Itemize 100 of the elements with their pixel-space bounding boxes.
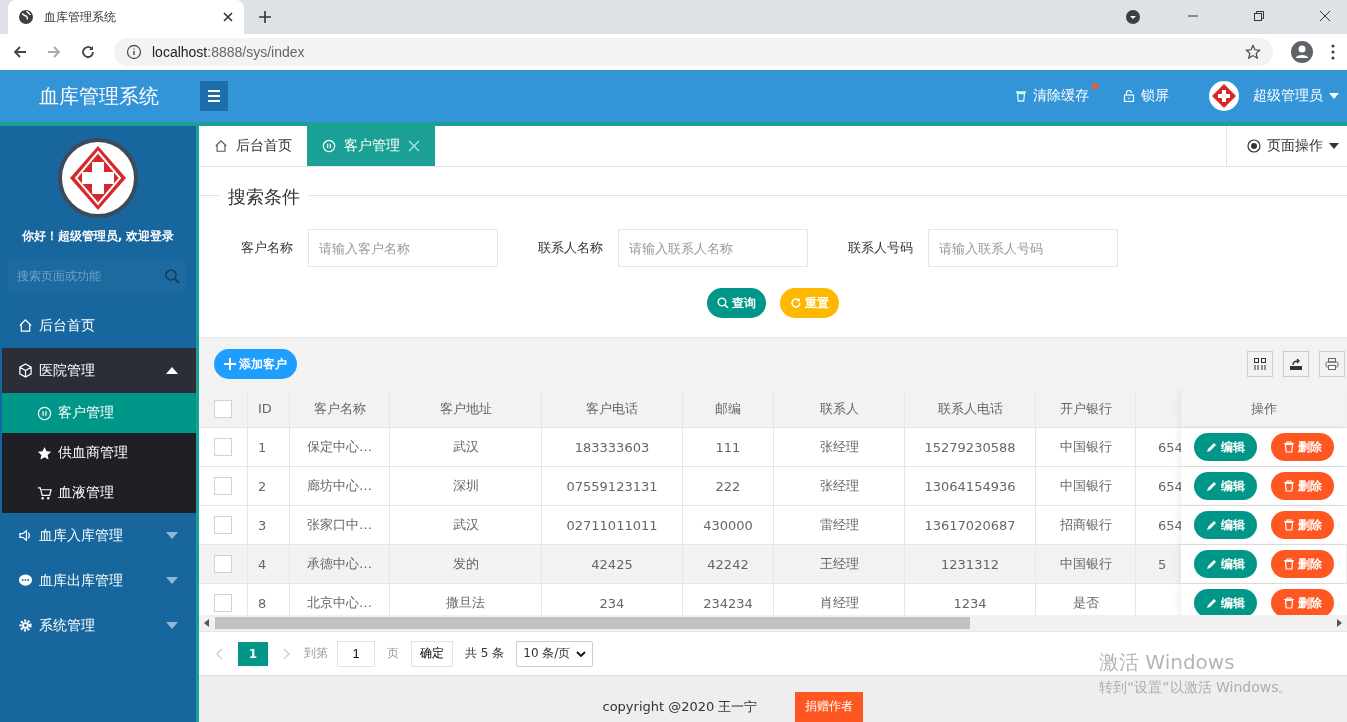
delete-button[interactable]: 删除: [1270, 472, 1334, 500]
columns-button[interactable]: [1247, 351, 1273, 377]
page-number-field[interactable]: 1: [337, 640, 375, 667]
sidebar-menu-item[interactable]: 血库入库管理: [0, 513, 196, 558]
confirm-button[interactable]: 确定: [411, 640, 453, 667]
row-checkbox[interactable]: [214, 438, 232, 456]
new-tab-icon[interactable]: [258, 10, 272, 24]
columns-icon: [1253, 357, 1267, 371]
table-cell: 1: [248, 428, 290, 466]
current-page-button[interactable]: 1: [238, 641, 268, 666]
lock-screen-link[interactable]: 锁屏: [1123, 87, 1169, 105]
search-icon: [717, 297, 729, 309]
add-customer-button[interactable]: 添加客户: [214, 349, 297, 379]
sidebar-menu-item[interactable]: 系统管理: [0, 603, 196, 648]
table-cell: 654: [1158, 439, 1183, 455]
star-icon[interactable]: [1245, 44, 1261, 60]
clear-cache-link[interactable]: 清除缓存: [1015, 87, 1089, 105]
caret-down-icon: [166, 622, 178, 629]
address-bar[interactable]: localhost:8888/sys/index: [114, 38, 1273, 66]
row-checkbox[interactable]: [214, 477, 232, 495]
cube-icon: [18, 363, 33, 378]
print-button[interactable]: [1319, 351, 1345, 377]
edit-button[interactable]: 编辑: [1193, 550, 1257, 578]
page-unit-label: 页: [387, 645, 399, 662]
sidebar-submenu-item[interactable]: 客户管理: [2, 393, 196, 433]
home-icon: [214, 139, 228, 153]
caret-up-icon: [166, 367, 178, 374]
page-tab[interactable]: 客户管理: [307, 126, 435, 166]
sidebar-submenu-item[interactable]: 血液管理: [2, 473, 196, 513]
edit-button[interactable]: 编辑: [1193, 472, 1257, 500]
field-label: 客户名称: [240, 239, 293, 257]
select-all-checkbox[interactable]: [214, 399, 232, 418]
page-operations-menu[interactable]: 页面操作: [1226, 126, 1347, 166]
column-header: 联系人: [774, 390, 905, 427]
sidebar-menu-item[interactable]: 医院管理: [2, 348, 196, 393]
input-field[interactable]: 请输入客户名称: [308, 229, 498, 267]
export-button[interactable]: [1283, 351, 1309, 377]
table-cell: 张家口中…: [290, 506, 390, 544]
column-header: 联系人电话: [905, 390, 1036, 427]
column-header: 客户电话: [542, 390, 683, 427]
delete-button[interactable]: 删除: [1270, 433, 1334, 461]
column-header: 操作: [1181, 390, 1346, 427]
refresh-icon: [790, 297, 802, 309]
field-label: 联系人号码: [847, 239, 913, 257]
scroll-left-icon[interactable]: [204, 619, 210, 627]
sidebar-search-field[interactable]: 搜索页面或功能: [7, 261, 186, 291]
row-checkbox[interactable]: [214, 516, 232, 534]
input-field[interactable]: 请输入联系人号码: [928, 229, 1118, 267]
edit-button[interactable]: 编辑: [1193, 433, 1257, 461]
dropdown-icon[interactable]: [1125, 9, 1141, 25]
close-icon[interactable]: [222, 11, 234, 23]
avatar-logo-icon: [1209, 81, 1239, 111]
activation-text: 转到“设置”以激活 Windows。: [1099, 679, 1293, 697]
table-cell: 张经理: [774, 467, 905, 505]
table-cell: 武汉: [390, 428, 542, 466]
table-cell: 111: [683, 428, 774, 466]
row-checkbox[interactable]: [214, 555, 232, 573]
user-menu[interactable]: 超级管理员: [1253, 87, 1339, 105]
account-icon[interactable]: [1291, 41, 1313, 63]
page-tab[interactable]: 后台首页: [199, 126, 307, 166]
row-checkbox[interactable]: [214, 594, 232, 612]
edit-button[interactable]: 编辑: [1193, 511, 1257, 539]
delete-button[interactable]: 删除: [1270, 550, 1334, 578]
page-size-select[interactable]: 10 条/页: [516, 640, 594, 667]
delete-button[interactable]: 删除: [1270, 589, 1334, 615]
table-cell: 2: [248, 467, 290, 505]
table-cell: 发的: [390, 545, 542, 583]
table-cell: 07559123131: [542, 467, 683, 505]
scroll-right-icon[interactable]: [1336, 619, 1342, 627]
caret-down-icon: [166, 532, 178, 539]
table-cell: 武汉: [390, 506, 542, 544]
column-header: 客户名称: [290, 390, 390, 427]
table-cell: 中国银行: [1036, 428, 1136, 466]
sidebar-menu-item[interactable]: 血库出库管理: [0, 558, 196, 603]
total-count: 共 5 条: [465, 645, 505, 662]
input-field[interactable]: 请输入联系人名称: [618, 229, 808, 267]
donate-button[interactable]: 捐赠作者: [795, 691, 864, 722]
close-icon[interactable]: [1319, 10, 1331, 22]
table-cell: 13617020687: [905, 506, 1036, 544]
reload-icon[interactable]: [80, 44, 96, 60]
sidebar-menu-item[interactable]: 后台首页: [0, 303, 196, 348]
edit-button[interactable]: 编辑: [1193, 589, 1257, 615]
query-button[interactable]: 查询: [707, 288, 766, 318]
export-icon: [1289, 357, 1303, 371]
copyright-text: copyright @2020 王一宁: [602, 697, 758, 716]
speaker-icon: [18, 528, 33, 543]
field-label: 联系人名称: [537, 239, 603, 257]
column-header: ID: [248, 390, 290, 427]
menu-toggle-button[interactable]: [200, 81, 228, 111]
delete-button[interactable]: 删除: [1270, 511, 1334, 539]
pencil-icon: [1205, 519, 1218, 531]
pause-icon: [322, 139, 336, 153]
table-cell: 1231312: [905, 545, 1036, 583]
pause-icon: [37, 405, 52, 421]
trash-icon: [1282, 519, 1295, 531]
restore-icon[interactable]: [1253, 10, 1265, 22]
sidebar-submenu-item[interactable]: 供血商管理: [2, 433, 196, 473]
back-icon[interactable]: [12, 44, 28, 60]
table-cell: 中国银行: [1036, 467, 1136, 505]
more-icon[interactable]: [1331, 44, 1335, 60]
